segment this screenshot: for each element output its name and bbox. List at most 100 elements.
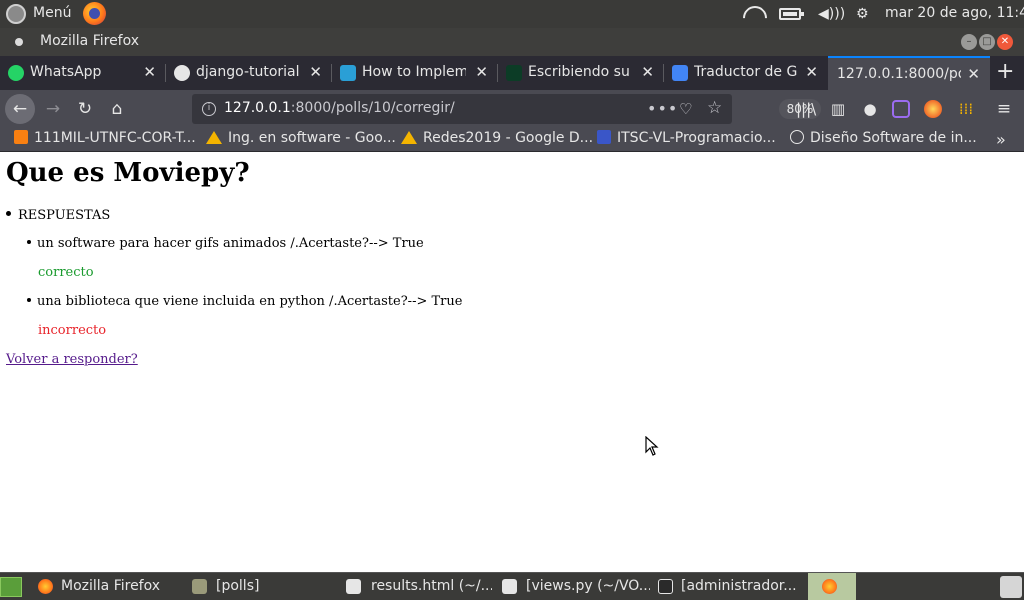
close-window-button[interactable]: ✕ (997, 34, 1013, 50)
drive-icon (206, 130, 222, 144)
power-icon[interactable]: ⚙ (856, 6, 869, 22)
wifi-icon[interactable] (742, 6, 764, 22)
taskbar-item-results-html[interactable]: results.html (~/... (340, 573, 492, 600)
section-label: RESPUESTAS (18, 208, 111, 223)
sidebar-icon[interactable]: ▥ (828, 99, 848, 119)
verdict-incorrect: incorrecto (38, 323, 107, 338)
tab-label: Escribiendo su p (528, 64, 632, 80)
bookmark-label: 111MIL-UTNFC-COR-T... (34, 130, 196, 146)
taskbar-item-terminal[interactable]: [administrador... (652, 573, 804, 600)
bookmark-item[interactable]: Diseño Software de in... (790, 130, 977, 146)
home-button[interactable]: ⌂ (102, 94, 132, 124)
page-title: Que es Moviepy? (6, 158, 250, 188)
window-titlebar[interactable]: Mozilla Firefox – □ ✕ (0, 28, 1024, 56)
ubuntu-menu-icon[interactable] (6, 4, 26, 24)
moodle-icon (14, 130, 28, 144)
window-menu-icon[interactable] (15, 38, 23, 46)
maximize-button[interactable]: □ (979, 34, 995, 50)
extension-icon[interactable] (924, 100, 942, 118)
page-content: Que es Moviepy? RESPUESTAS un software p… (0, 153, 1024, 572)
retry-link[interactable]: Volver a responder? (6, 352, 138, 367)
answer-item: un software para hacer gifs animados /.A… (27, 236, 424, 251)
site-info-icon[interactable]: i (202, 102, 216, 116)
taskbar-item-views-py[interactable]: [views.py (~/VO... (496, 573, 650, 600)
back-button[interactable]: ← (5, 94, 35, 124)
close-tab-icon[interactable]: ✕ (967, 65, 980, 83)
whatsapp-icon (8, 65, 24, 81)
forward-button[interactable]: → (38, 94, 68, 124)
hamburger-menu-icon[interactable]: ≡ (994, 99, 1014, 119)
reload-button[interactable]: ↻ (70, 94, 100, 124)
taskbar-label: [views.py (~/VO... (526, 578, 650, 594)
tab-label: How to Implem (362, 64, 466, 80)
url-text[interactable]: 127.0.0.1:8000/polls/10/corregir/ (224, 100, 455, 116)
bookmark-item[interactable]: Redes2019 - Google D... (401, 130, 593, 146)
bookmark-label: Diseño Software de in... (810, 130, 977, 146)
taskbar-label: results.html (~/... (371, 578, 492, 594)
firefox-launcher-icon[interactable] (83, 2, 106, 25)
globe-icon (790, 130, 804, 144)
close-tab-icon[interactable]: ✕ (641, 63, 654, 81)
window-title: Mozilla Firefox (40, 33, 140, 49)
close-tab-icon[interactable]: ✕ (475, 63, 488, 81)
bookmarks-toolbar: 111MIL-UTNFC-COR-T... Ing. en software -… (0, 128, 1024, 152)
page-actions-icon[interactable]: ••• (647, 99, 678, 118)
terminal-icon (658, 579, 673, 594)
close-tab-icon[interactable]: ✕ (309, 63, 322, 81)
taskbar-item-polls-folder[interactable]: [polls] (186, 573, 336, 600)
folder-icon (192, 579, 207, 594)
new-tab-button[interactable]: + (996, 61, 1014, 83)
extension-icon[interactable]: ⁞⁞⁞ (956, 99, 976, 119)
volume-icon[interactable]: ◀))) (818, 6, 845, 22)
taskbar-label: [polls] (216, 578, 260, 594)
tab-escribiendo[interactable]: Escribiendo su p ✕ (498, 56, 664, 90)
tab-label: Traductor de Go (694, 64, 798, 80)
bookmark-item[interactable]: Ing. en software - Goo... (206, 130, 396, 146)
verdict-correct: correcto (38, 265, 94, 280)
answer-text: un software para hacer gifs animados /.A… (37, 236, 424, 251)
answer-text: una biblioteca que viene incluida en pyt… (37, 294, 463, 309)
django-icon (506, 65, 522, 81)
bullet-icon (27, 240, 31, 244)
menu-button[interactable]: Menú (33, 5, 71, 21)
close-tab-icon[interactable]: ✕ (805, 63, 818, 81)
close-tab-icon[interactable]: ✕ (143, 63, 156, 81)
library-icon[interactable]: |||\ (796, 99, 816, 119)
tab-label: django-tutorial- (196, 64, 300, 80)
classroom-icon (597, 130, 611, 144)
chevron-more-icon[interactable]: » (996, 130, 1006, 149)
bookmark-item[interactable]: ITSC-VL-Programacio... (597, 130, 776, 146)
taskbar-item-firefox-active[interactable] (808, 573, 856, 600)
tab-how-to-implement[interactable]: How to Implem ✕ (332, 56, 498, 90)
pocket-icon[interactable]: ♡ (679, 100, 692, 118)
taskbar-label: Mozilla Firefox (61, 578, 161, 594)
bullet-icon (6, 211, 11, 216)
tab-polls-active[interactable]: 127.0.0.1:8000/poll ✕ (828, 56, 990, 90)
navigation-toolbar: ← → ↻ ⌂ i 127.0.0.1:8000/polls/10/correg… (0, 90, 1024, 128)
bottom-taskbar: Mozilla Firefox [polls] results.html (~/… (0, 572, 1024, 600)
bookmark-item[interactable]: 111MIL-UTNFC-COR-T... (14, 130, 196, 146)
minimize-button[interactable]: – (961, 34, 977, 50)
tab-traductor[interactable]: Traductor de Go ✕ (664, 56, 828, 90)
bookmark-label: Ing. en software - Goo... (228, 130, 396, 146)
show-desktop-icon[interactable] (0, 577, 22, 597)
battery-icon[interactable] (779, 8, 804, 20)
answers-section: RESPUESTAS (6, 208, 110, 223)
bookmark-star-icon[interactable]: ☆ (707, 98, 722, 118)
url-path: :8000/polls/10/corregir/ (290, 100, 455, 116)
url-bar[interactable]: i 127.0.0.1:8000/polls/10/corregir/ ••• … (192, 94, 821, 124)
account-icon[interactable]: ● (860, 99, 880, 119)
taskbar-item-firefox[interactable]: Mozilla Firefox (32, 573, 182, 600)
tab-django-tutorial[interactable]: django-tutorial- ✕ (166, 56, 332, 90)
trash-icon[interactable] (1000, 576, 1022, 598)
tab-whatsapp[interactable]: WhatsApp ✕ (0, 56, 166, 90)
s-icon (340, 65, 356, 81)
firefox-icon (38, 579, 53, 594)
clock[interactable]: mar 20 de ago, 11:45 (885, 5, 1024, 21)
tab-label: WhatsApp (30, 64, 102, 80)
translate-icon (672, 65, 688, 81)
url-host: 127.0.0.1 (224, 100, 291, 116)
extension-icon[interactable] (892, 100, 910, 118)
bullet-icon (27, 298, 31, 302)
text-editor-icon (346, 579, 361, 594)
